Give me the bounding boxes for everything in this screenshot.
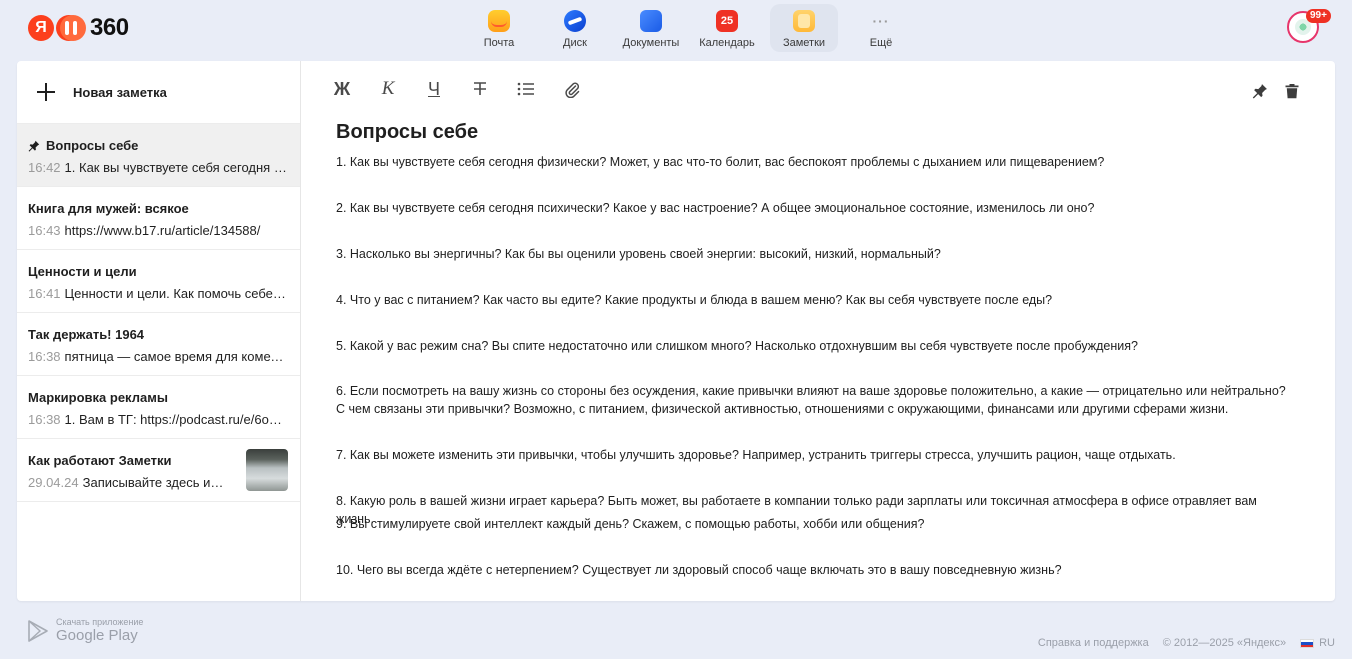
note-paragraph[interactable]: 4. Что у вас с питанием? Как часто вы ед… (336, 291, 1296, 309)
service-mail[interactable]: Почта (462, 4, 536, 52)
format-toolbar: Ж К Ч (331, 77, 607, 101)
note-list-item[interactable]: Ценности и цели 16:41 Ценности и цели. Ка… (17, 250, 300, 313)
notes-icon (793, 10, 815, 32)
note-paragraph[interactable]: 6. Если посмотреть на вашу жизнь со стор… (336, 382, 1296, 418)
note-thumbnail (246, 449, 288, 491)
underline-button[interactable]: Ч (423, 77, 445, 101)
more-icon: ··· (872, 13, 890, 29)
documents-icon (640, 10, 662, 32)
note-paragraph[interactable]: 7. Как вы можете изменить эти привычки, … (336, 446, 1296, 464)
note-paragraph[interactable]: 10. Чего вы всегда ждёте с нетерпением? … (336, 561, 1296, 579)
new-note-button[interactable]: Новая заметка (17, 61, 300, 124)
logo-number: 360 (90, 14, 129, 41)
mail-icon (488, 10, 510, 32)
notes-card: Новая заметка Вопросы себе 16:42 1. Как в… (17, 61, 1335, 601)
note-preview-row: 16:43 https://www.b17.ru/article/134588/ (28, 223, 288, 238)
notification-badge: 99+ (1306, 9, 1331, 23)
note-time: 16:42 (28, 160, 61, 175)
note-preview: https://www.b17.ru/article/134588/ (64, 223, 261, 238)
service-notes[interactable]: Заметки (770, 4, 838, 52)
note-preview: Записывайте здесь интересные мысли (82, 475, 228, 490)
bold-button[interactable]: Ж (331, 77, 353, 101)
service-calendar[interactable]: 25 Календарь (690, 4, 764, 52)
service-label: Заметки (782, 37, 826, 49)
note-preview-row: 16:38 пятница — самое время для комедии (28, 349, 288, 364)
note-title: Книга для мужей: всякое (28, 201, 189, 216)
attach-button[interactable] (561, 77, 583, 101)
note-paragraph[interactable]: 9. Вы стимулируете свой интеллект каждый… (336, 515, 1296, 533)
note-time: 16:41 (28, 286, 61, 301)
italic-button[interactable]: К (377, 77, 399, 101)
note-editor: Ж К Ч Вопросы себе 1. Как вы чувствуете … (301, 61, 1335, 601)
note-paragraph[interactable]: 2. Как вы чувствуете себя сегодня психич… (336, 199, 1296, 217)
pin-icon (1252, 84, 1267, 99)
note-time: 16:38 (28, 349, 61, 364)
service-disk[interactable]: Диск (538, 4, 612, 52)
note-title: Ценности и цели (28, 264, 137, 279)
service-label: Почта (483, 37, 515, 49)
note-preview: Ценности и цели. Как помочь себе сохрани… (64, 286, 288, 301)
note-list-item[interactable]: Маркировка рекламы 16:38 1. Вам в ТГ: htt… (17, 376, 300, 439)
note-list-item[interactable]: Книга для мужей: всякое 16:43 https://www… (17, 187, 300, 250)
google-play-icon (28, 620, 48, 642)
note-preview-row: 16:42 1. Как вы чувствуете себя сегодня ф… (28, 160, 288, 175)
yandex-logo-letter: Я (28, 15, 54, 41)
google-play-link[interactable]: Скачать приложение Google Play (28, 617, 143, 645)
note-actions (1239, 79, 1303, 103)
strikethrough-icon (474, 82, 486, 95)
google-play-caption: Скачать приложение (56, 617, 144, 627)
calendar-icon: 25 (716, 10, 738, 32)
note-paragraph[interactable]: 3. Насколько вы энергичны? Как бы вы оце… (336, 245, 1296, 263)
note-title: Маркировка рекламы (28, 390, 168, 405)
note-preview-row: 16:38 1. Вам в ТГ: https://podcast.ru/e/6… (28, 412, 288, 427)
note-preview-row: 29.04.24Записывайте здесь интересные мыс… (28, 475, 228, 490)
language-switch[interactable]: RU (1319, 637, 1335, 649)
google-play-text: Скачать приложение Google Play (56, 617, 143, 645)
google-play-label: Google Play (56, 627, 138, 644)
note-preview: 1. Вам в ТГ: https://podcast.ru/e/6oJKkd (64, 412, 288, 427)
strikethrough-button[interactable] (469, 77, 491, 101)
service-documents[interactable]: Документы (614, 4, 688, 52)
services-nav: Почта Диск Документы 25 Календарь Заметк… (462, 4, 920, 52)
copyright: © 2012—2025 «Яндекс» (1162, 637, 1287, 649)
note-title: Вопросы себе (46, 138, 139, 153)
delete-button[interactable] (1281, 79, 1303, 103)
trash-icon (1285, 84, 1299, 99)
pin-icon (28, 140, 40, 152)
note-title: Так держать! 1964 (28, 327, 145, 342)
note-heading[interactable]: Вопросы себе (336, 121, 478, 144)
note-time: 16:43 (28, 223, 61, 238)
service-label: Диск (563, 37, 587, 49)
note-preview: 1. Как вы чувствуете себя сегодня физиче… (64, 160, 288, 175)
russian-flag-icon (1300, 638, 1315, 648)
note-preview: пятница — самое время для комедии (64, 349, 288, 364)
note-paragraph[interactable]: 1. Как вы чувствуете себя сегодня физиче… (336, 153, 1296, 171)
service-label: Календарь (699, 37, 755, 49)
note-list-item[interactable]: Вопросы себе 16:42 1. Как вы чувствуете с… (17, 124, 300, 187)
note-paragraph[interactable]: 5. Какой у вас режим сна? Вы спите недос… (336, 337, 1296, 355)
yandex-360-logo[interactable]: Я 360 (28, 14, 129, 42)
note-title-row: Вопросы себе (28, 138, 138, 153)
notes-sidebar: Новая заметка Вопросы себе 16:42 1. Как в… (17, 61, 301, 601)
top-bar: Я 360 Почта Диск Документы 25 Календарь … (0, 0, 1352, 60)
note-list-item[interactable]: Как работают Заметки 29.04.24 Записывайте… (17, 439, 300, 502)
paperclip-icon (565, 82, 580, 98)
disk-icon (564, 10, 586, 32)
new-note-label: Новая заметка (73, 84, 167, 100)
logo-circles (56, 15, 86, 41)
pin-button[interactable] (1249, 79, 1271, 103)
help-link[interactable]: Справка и поддержка (1038, 637, 1149, 649)
list-button[interactable] (515, 77, 537, 101)
list-icon (517, 82, 534, 96)
plus-icon (37, 83, 55, 101)
note-title: Как работают Заметки (28, 453, 172, 468)
note-time: 16:38 (28, 412, 61, 427)
note-preview-row: 16:41Ценности и цели. Как помочь себе со… (28, 286, 288, 301)
note-time: 29.04.24 (28, 475, 79, 490)
service-label: Ещё (869, 37, 893, 49)
note-list-item[interactable]: Так держать! 1964 16:38 пятница — самое в… (17, 313, 300, 376)
service-label: Документы (622, 37, 680, 49)
service-more[interactable]: ··· Ещё (844, 4, 918, 52)
footer-links: Справка и поддержка © 2012—2025 «Яндекс»… (1024, 637, 1335, 649)
